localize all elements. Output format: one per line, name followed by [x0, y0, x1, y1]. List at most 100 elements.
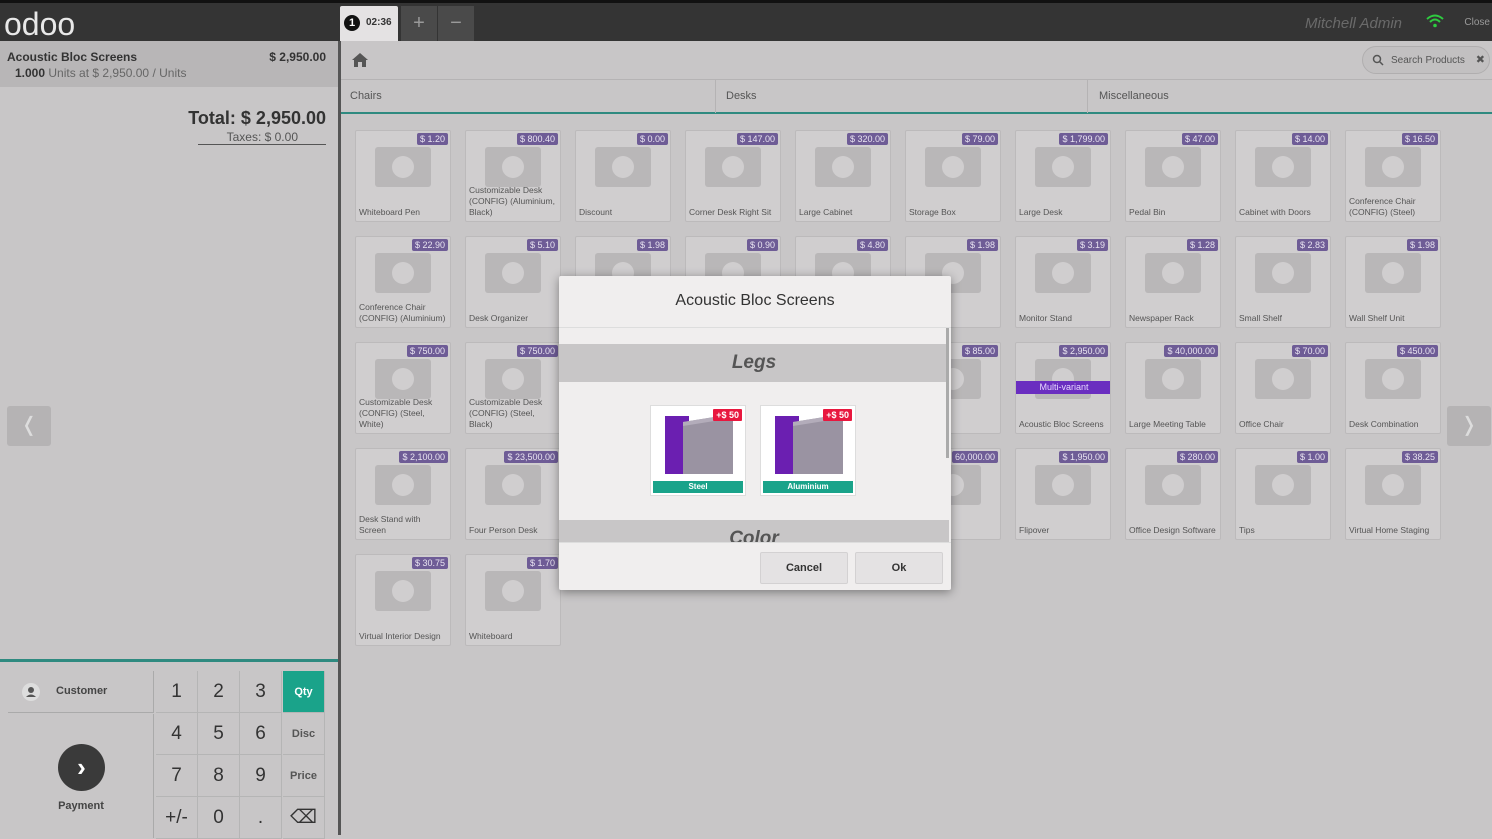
product-card[interactable]: $ 0.00 Discount	[575, 130, 671, 222]
clear-search-icon[interactable]: ✖	[1476, 53, 1485, 66]
product-image	[581, 137, 665, 199]
variant-aluminium[interactable]: +$ 50 Aluminium	[760, 405, 856, 496]
product-card[interactable]: $ 23,500.00 Four Person Desk	[465, 448, 561, 540]
product-card[interactable]: $ 47.00 Pedal Bin	[1125, 130, 1221, 222]
product-card[interactable]: $ 1,799.00 Large Desk	[1015, 130, 1111, 222]
numpad-key-4[interactable]: 4	[156, 713, 198, 755]
numpad-key-sign[interactable]: +/-	[156, 797, 198, 839]
order-tab[interactable]: 1 02:36	[340, 6, 398, 41]
order-line-info: 1.000 Units at $ 2,950.00 / Units	[15, 66, 186, 80]
ok-button[interactable]: Ok	[855, 552, 943, 584]
product-name: Discount	[579, 207, 613, 217]
product-card[interactable]: $ 14.00 Cabinet with Doors	[1235, 130, 1331, 222]
product-card[interactable]: $ 40,000.00 Large Meeting Table	[1125, 342, 1221, 434]
product-card[interactable]: $ 1.70 Whiteboard	[465, 554, 561, 646]
product-card[interactable]: $ 22.90 Conference Chair (CONFIG) (Alumin…	[355, 236, 451, 328]
product-name: Newspaper Rack	[1129, 313, 1194, 323]
product-image	[1241, 243, 1325, 305]
product-name: Monitor Stand	[1019, 313, 1072, 323]
close-button[interactable]: Close	[1464, 17, 1490, 28]
numpad-key-1[interactable]: 1	[156, 671, 198, 713]
remove-order-button[interactable]: −	[438, 6, 474, 41]
order-line[interactable]: Acoustic Bloc Screens $ 2,950.00 1.000 U…	[0, 41, 338, 87]
category-bar: Chairs Desks Miscellaneous	[341, 79, 1492, 114]
product-card[interactable]: $ 79.00 Storage Box	[905, 130, 1001, 222]
mode-price-button[interactable]: Price	[283, 755, 325, 797]
attribute-color-heading: Color	[559, 520, 949, 542]
product-name: Pedal Bin	[1129, 207, 1166, 217]
backspace-button[interactable]: ⌫	[283, 797, 325, 839]
customer-button[interactable]: Customer	[8, 671, 154, 713]
product-card[interactable]: $ 3.19 Monitor Stand	[1015, 236, 1111, 328]
product-card[interactable]: $ 1.98 Wall Shelf Unit	[1345, 236, 1441, 328]
product-price-tag: $ 5.10	[526, 239, 558, 251]
numpad-key-0[interactable]: 0	[198, 797, 240, 839]
product-image	[361, 243, 445, 305]
product-card[interactable]: $ 16.50 Conference Chair (CONFIG) (Steel)	[1345, 130, 1441, 222]
product-name: Small Shelf	[1239, 313, 1282, 323]
numpad-key-9[interactable]: 9	[240, 755, 282, 797]
order-line-price: $ 2,950.00	[269, 50, 326, 64]
product-price-tag: $ 450.00	[1396, 345, 1438, 357]
variant-label: Steel	[653, 481, 743, 493]
variant-steel[interactable]: +$ 50 Steel	[650, 405, 746, 496]
product-name: Large Cabinet	[799, 207, 853, 217]
product-card[interactable]: $ 1.00 Tips	[1235, 448, 1331, 540]
product-price-tag: $ 2,100.00	[399, 451, 448, 463]
product-card[interactable]: $ 2.83 Small Shelf	[1235, 236, 1331, 328]
numpad-key-2[interactable]: 2	[198, 671, 240, 713]
payment-button[interactable]: › Payment	[8, 714, 154, 838]
product-card[interactable]: $ 70.00 Office Chair	[1235, 342, 1331, 434]
search-box[interactable]: Search Products ✖	[1362, 46, 1490, 74]
odoo-logo: odoo	[4, 6, 76, 42]
numpad-key-8[interactable]: 8	[198, 755, 240, 797]
product-card[interactable]: $ 1.28 Newspaper Rack	[1125, 236, 1221, 328]
product-image	[1021, 243, 1105, 305]
wifi-icon	[1426, 14, 1444, 28]
product-card[interactable]: $ 750.00 Customizable Desk (CONFIG) (Stee…	[465, 342, 561, 434]
product-price-tag: $ 750.00	[406, 345, 448, 357]
product-name: Customizable Desk (CONFIG) (Steel, Black…	[469, 397, 543, 429]
product-card[interactable]: $ 1.20 Whiteboard Pen	[355, 130, 451, 222]
home-icon[interactable]	[352, 53, 368, 67]
mode-qty-button[interactable]: Qty	[283, 671, 325, 713]
mode-disc-button[interactable]: Disc	[283, 713, 325, 755]
product-card[interactable]: $ 38.25 Virtual Home Staging	[1345, 448, 1441, 540]
product-card[interactable]: $ 750.00 Customizable Desk (CONFIG) (Stee…	[355, 342, 451, 434]
chevron-right-icon: ›	[58, 744, 105, 791]
numpad-key-3[interactable]: 3	[240, 671, 282, 713]
product-card[interactable]: $ 5.10 Desk Organizer	[465, 236, 561, 328]
category-chairs[interactable]: Chairs	[350, 90, 382, 102]
product-image	[1241, 455, 1325, 517]
product-card[interactable]: $ 1,950.00 Flipover	[1015, 448, 1111, 540]
product-card[interactable]: $ 30.75 Virtual Interior Design	[355, 554, 451, 646]
next-page-button[interactable]: ❭	[1447, 406, 1491, 446]
top-bar: odoo 1 02:36 + − Mitchell Admin Close	[0, 0, 1492, 42]
product-card[interactable]: $ 450.00 Desk Combination	[1345, 342, 1441, 434]
product-card[interactable]: $ 147.00 Corner Desk Right Sit	[685, 130, 781, 222]
product-image	[361, 137, 445, 199]
product-card[interactable]: $ 800.40 Customizable Desk (CONFIG) (Alum…	[465, 130, 561, 222]
product-name: Acoustic Bloc Screens	[1019, 419, 1104, 429]
product-card[interactable]: $ 320.00 Large Cabinet	[795, 130, 891, 222]
numpad-key-7[interactable]: 7	[156, 755, 198, 797]
product-price-tag: $ 1,799.00	[1059, 133, 1108, 145]
category-desks[interactable]: Desks	[726, 90, 757, 102]
product-card[interactable]: $ 280.00 Office Design Software	[1125, 448, 1221, 540]
dialog-scrollbar[interactable]	[946, 328, 949, 458]
user-name[interactable]: Mitchell Admin	[1305, 15, 1402, 32]
category-miscellaneous[interactable]: Miscellaneous	[1099, 90, 1169, 102]
cancel-button[interactable]: Cancel	[760, 552, 848, 584]
product-name: Desk Organizer	[469, 313, 529, 323]
product-price-tag: $ 23,500.00	[504, 451, 558, 463]
add-order-button[interactable]: +	[401, 6, 437, 41]
prev-page-button[interactable]: ❬	[7, 406, 51, 446]
numpad-key-5[interactable]: 5	[198, 713, 240, 755]
numpad-key-6[interactable]: 6	[240, 713, 282, 755]
product-image	[801, 137, 885, 199]
product-card[interactable]: $ 2,950.00 Multi-variant Acoustic Bloc Scr…	[1015, 342, 1111, 434]
product-card[interactable]: $ 2,100.00 Desk Stand with Screen	[355, 448, 451, 540]
product-image	[911, 137, 995, 199]
search-input[interactable]: Search Products	[1391, 55, 1465, 66]
numpad-key-dot[interactable]: .	[240, 797, 282, 839]
